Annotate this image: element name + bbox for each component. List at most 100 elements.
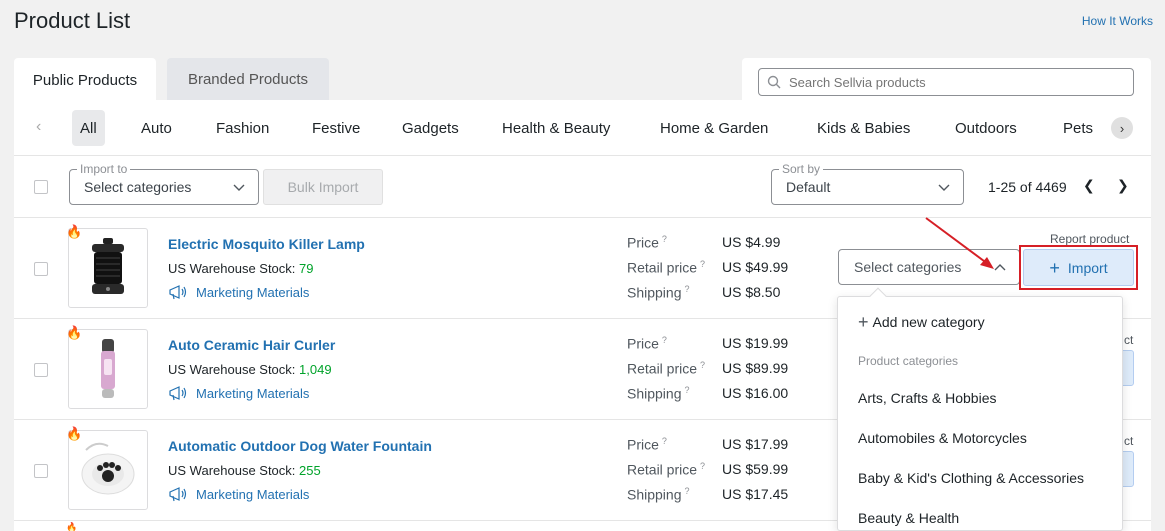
- tab-public-products[interactable]: Public Products: [14, 58, 156, 102]
- help-icon[interactable]: ?: [685, 486, 690, 496]
- category-gadgets[interactable]: Gadgets: [394, 110, 467, 146]
- help-icon[interactable]: ?: [662, 436, 667, 446]
- marketing-label: Marketing Materials: [196, 385, 310, 401]
- category-bar: ‹ All Auto Fashion Festive Gadgets Healt…: [14, 100, 1151, 156]
- marketing-materials-link[interactable]: Marketing Materials: [168, 486, 309, 502]
- shipping-label: Shipping?: [627, 385, 690, 402]
- marketing-materials-link[interactable]: Marketing Materials: [168, 385, 309, 401]
- search-input[interactable]: [789, 74, 1119, 90]
- row-checkbox[interactable]: [34, 464, 48, 478]
- next-page-chevron-icon[interactable]: ❯: [1117, 177, 1129, 194]
- category-dropdown-menu: + Add new category Product categories Art…: [837, 287, 1123, 531]
- category-kids-babies[interactable]: Kids & Babies: [809, 110, 918, 146]
- help-icon[interactable]: ?: [700, 461, 705, 471]
- stock-value: 79: [299, 261, 314, 276]
- product-thumbnail[interactable]: [68, 228, 148, 308]
- retail-price-label: Retail price?: [627, 259, 706, 276]
- category-outdoors[interactable]: Outdoors: [947, 110, 1025, 146]
- search-icon: [767, 75, 781, 89]
- report-product-link[interactable]: ct: [1124, 333, 1133, 347]
- tab-branded-products[interactable]: Branded Products: [167, 58, 329, 100]
- shipping-value: US $17.45: [722, 486, 789, 502]
- sort-by-select[interactable]: Sort by Default: [771, 162, 964, 205]
- report-product-link[interactable]: ct: [1124, 434, 1133, 448]
- stock-label: US Warehouse Stock:: [168, 261, 296, 276]
- plus-icon: +: [858, 312, 869, 332]
- megaphone-icon: [169, 386, 187, 401]
- shipping-label: Shipping?: [627, 486, 690, 503]
- marketing-label: Marketing Materials: [196, 284, 310, 300]
- import-to-value: Select categories: [84, 179, 192, 195]
- sort-by-value: Default: [786, 179, 831, 195]
- megaphone-icon: [169, 487, 187, 502]
- help-icon[interactable]: ?: [700, 259, 705, 269]
- dropdown-item[interactable]: Arts, Crafts & Hobbies: [858, 390, 997, 406]
- category-home-garden[interactable]: Home & Garden: [652, 110, 776, 146]
- category-next-chevron-icon[interactable]: ›: [1111, 117, 1133, 139]
- category-auto[interactable]: Auto: [133, 110, 180, 146]
- product-name[interactable]: Auto Ceramic Hair Curler: [168, 337, 335, 353]
- help-icon[interactable]: ?: [700, 360, 705, 370]
- warehouse-stock: US Warehouse Stock: 79: [168, 261, 314, 276]
- pagination-text: 1-25 of 4469: [988, 179, 1067, 195]
- shipping-label: Shipping?: [627, 284, 690, 301]
- category-health-beauty[interactable]: Health & Beauty: [494, 110, 618, 146]
- row-checkbox[interactable]: [34, 363, 48, 377]
- help-icon[interactable]: ?: [685, 284, 690, 294]
- shipping-value: US $8.50: [722, 284, 781, 300]
- retail-price-label: Retail price?: [627, 360, 706, 377]
- product-name[interactable]: Automatic Outdoor Dog Water Fountain: [168, 438, 432, 454]
- toolbar: Import to Select categories Bulk Import …: [14, 156, 1151, 218]
- fire-icon: 🔥: [66, 522, 78, 531]
- stock-label: US Warehouse Stock:: [168, 463, 296, 478]
- warehouse-stock: US Warehouse Stock: 255: [168, 463, 321, 478]
- add-new-category-button[interactable]: + Add new category: [858, 312, 985, 332]
- stock-value: 255: [299, 463, 321, 478]
- marketing-materials-link[interactable]: Marketing Materials: [168, 284, 309, 300]
- dropdown-item[interactable]: Beauty & Health: [858, 510, 959, 526]
- import-label: Import: [1067, 259, 1108, 276]
- sort-by-legend: Sort by: [779, 162, 824, 176]
- retail-price-value: US $89.99: [722, 360, 789, 376]
- price-label: Price?: [627, 234, 667, 251]
- row-checkbox[interactable]: [34, 262, 48, 276]
- prev-page-chevron-icon[interactable]: ❮: [1083, 177, 1095, 194]
- search-box[interactable]: [758, 68, 1134, 96]
- fire-icon: 🔥: [66, 426, 83, 441]
- stock-label: US Warehouse Stock:: [168, 362, 296, 377]
- chevron-down-icon: [233, 184, 245, 191]
- category-festive[interactable]: Festive: [304, 110, 368, 146]
- help-icon[interactable]: ?: [662, 335, 667, 345]
- dropdown-item[interactable]: Automobiles & Motorcycles: [858, 430, 1027, 446]
- retail-price-value: US $59.99: [722, 461, 789, 477]
- dropdown-item[interactable]: Baby & Kid's Clothing & Accessories: [858, 470, 1084, 486]
- search-area: [742, 58, 1151, 100]
- import-button[interactable]: + Import: [1023, 249, 1134, 286]
- hair-curler-image: [101, 339, 115, 398]
- how-it-works-link[interactable]: How It Works: [1082, 14, 1153, 28]
- category-prev-chevron-icon[interactable]: ‹: [36, 118, 41, 136]
- mosquito-lamp-image: [92, 238, 124, 294]
- select-all-checkbox[interactable]: [34, 180, 48, 194]
- add-category-label: Add new category: [872, 314, 985, 330]
- red-arrow-annotation: [925, 217, 994, 269]
- category-pets[interactable]: Pets: [1055, 110, 1101, 146]
- product-name[interactable]: Electric Mosquito Killer Lamp: [168, 236, 365, 252]
- retail-price-label: Retail price?: [627, 461, 706, 478]
- product-thumbnail[interactable]: [68, 329, 148, 409]
- help-icon[interactable]: ?: [662, 234, 667, 244]
- megaphone-icon: [169, 285, 187, 300]
- page-title: Product List: [14, 8, 131, 33]
- import-to-select[interactable]: Import to Select categories: [69, 162, 259, 205]
- fire-icon: 🔥: [66, 224, 83, 239]
- category-fashion[interactable]: Fashion: [208, 110, 277, 146]
- category-all[interactable]: All: [72, 110, 105, 146]
- warehouse-stock: US Warehouse Stock: 1,049: [168, 362, 332, 377]
- bulk-import-button[interactable]: Bulk Import: [263, 169, 383, 205]
- price-label: Price?: [627, 335, 667, 352]
- shipping-value: US $16.00: [722, 385, 789, 401]
- help-icon[interactable]: ?: [685, 385, 690, 395]
- product-thumbnail[interactable]: [68, 430, 148, 510]
- import-to-legend: Import to: [77, 162, 131, 176]
- report-product-link[interactable]: Report product: [1050, 232, 1129, 246]
